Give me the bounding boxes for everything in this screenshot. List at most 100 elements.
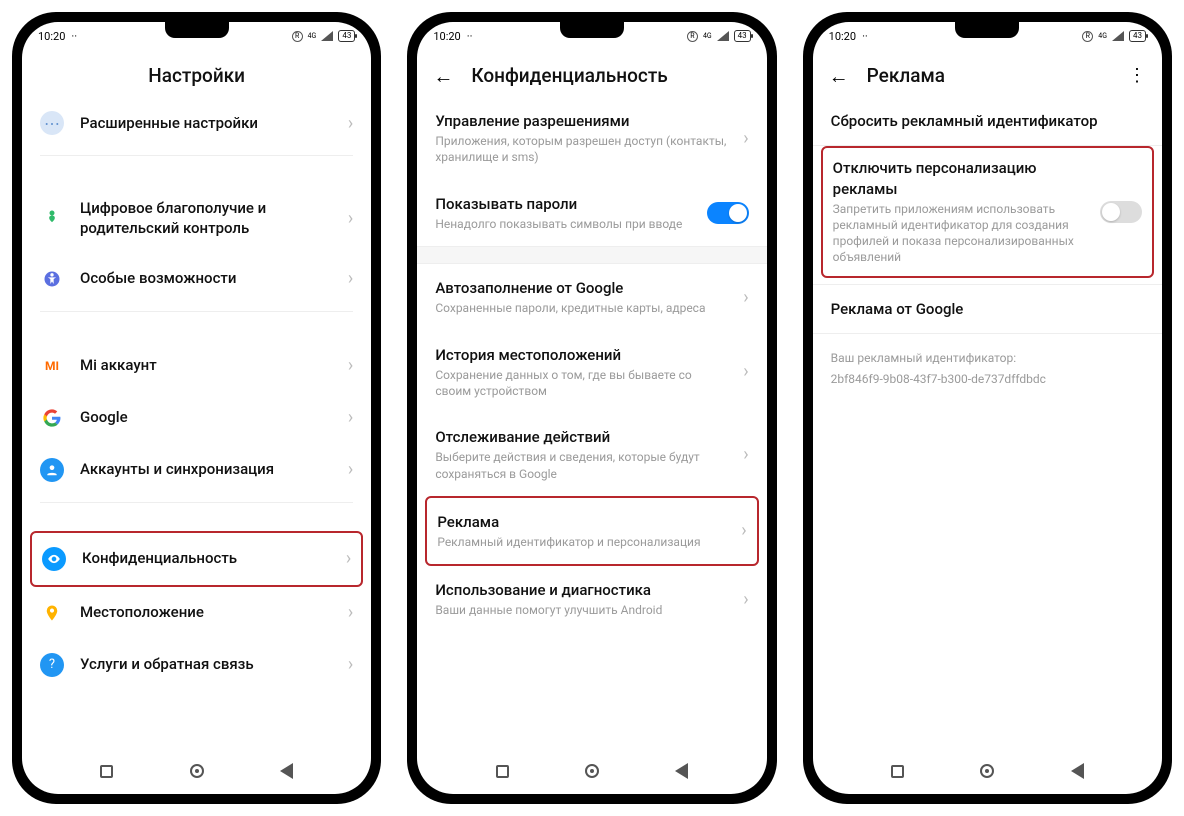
eye-icon (42, 547, 66, 571)
system-nav-bar (417, 752, 766, 794)
divider (40, 155, 353, 156)
clock: 10:20 (829, 30, 856, 43)
mi-logo-icon: MI (40, 354, 64, 378)
row-label: Цифровое благополучие и родительский кон… (80, 198, 332, 239)
row-show-passwords[interactable]: Показывать пароли Ненадолго показывать с… (417, 180, 766, 246)
chevron-right-icon: › (743, 444, 748, 465)
recent-apps-button[interactable] (98, 762, 116, 780)
chevron-right-icon: › (348, 355, 353, 376)
row-label: Сбросить рекламный идентификатор (831, 111, 1144, 131)
signal-icon (1112, 31, 1124, 41)
row-mi-account[interactable]: MI Mi аккаунт › (22, 340, 371, 392)
recent-apps-button[interactable] (493, 762, 511, 780)
chevron-right-icon: › (348, 113, 353, 134)
row-label: Реклама (437, 512, 725, 532)
row-label: Автозаполнение от Google (435, 278, 727, 298)
system-nav-bar (813, 752, 1162, 794)
row-label: Google (80, 407, 332, 427)
user-icon (40, 458, 64, 482)
back-arrow-icon[interactable]: ← (829, 66, 849, 86)
page-header: Настройки (22, 50, 371, 97)
recent-apps-button[interactable] (889, 762, 907, 780)
home-button[interactable] (583, 762, 601, 780)
row-accessibility[interactable]: Особые возможности › (22, 253, 371, 305)
divider (40, 502, 353, 503)
row-label: Конфиденциальность (82, 548, 330, 568)
row-feedback[interactable]: ? Услуги и обратная связь › (22, 639, 371, 691)
status-dots: ·· (862, 30, 868, 43)
chevron-right-icon: › (348, 407, 353, 428)
row-activity-tracking[interactable]: Отслеживание действий Выберите действия … (417, 413, 766, 496)
ads-list: Сбросить рекламный идентификатор Отключи… (813, 97, 1162, 752)
row-sub: Сохраненные пароли, кредитные карты, адр… (435, 300, 727, 316)
section-gap (417, 246, 766, 264)
signal-icon (321, 31, 333, 41)
back-button[interactable] (277, 762, 295, 780)
row-ads-by-google[interactable]: Реклама от Google (813, 285, 1162, 333)
row-sub: Приложения, которым разрешен доступ (кон… (435, 133, 727, 165)
row-disable-personalization-highlighted[interactable]: Отключить персонализацию рекламы Запрети… (821, 146, 1154, 277)
toggle-show-passwords[interactable] (707, 202, 749, 224)
notch (955, 22, 1019, 38)
chevron-right-icon: › (743, 589, 748, 610)
row-usage-diagnostics[interactable]: Использование и диагностика Ваши данные … (417, 566, 766, 632)
page-header: ← Реклама ⋮ (813, 50, 1162, 97)
google-logo-icon (40, 406, 64, 430)
back-arrow-icon[interactable]: ← (433, 66, 453, 86)
phone-mock-2: 10:20 ·· R 4G 43 ← Конфиденциальность Уп… (407, 12, 776, 804)
row-label: Особые возможности (80, 268, 332, 288)
row-label: Услуги и обратная связь (80, 654, 332, 674)
chevron-right-icon: › (348, 654, 353, 675)
home-button[interactable] (978, 762, 996, 780)
row-advanced-settings[interactable]: ⋯ Расширенные настройки › (22, 97, 371, 149)
row-sub: Запретить приложениям использовать рекла… (833, 201, 1084, 266)
chevron-right-icon: › (348, 268, 353, 289)
row-autofill-google[interactable]: Автозаполнение от Google Сохраненные пар… (417, 264, 766, 330)
phone-mock-1: 10:20 ·· R 4G 43 Настройки ⋯ Расширенные… (12, 12, 381, 804)
battery-icon: 43 (1129, 30, 1146, 42)
r-icon: R (687, 31, 698, 42)
row-label: Показывать пароли (435, 194, 690, 214)
status-dots: ·· (71, 30, 77, 43)
row-ads-highlighted[interactable]: Реклама Рекламный идентификатор и персон… (425, 496, 758, 566)
chevron-right-icon: › (346, 548, 351, 569)
row-privacy-highlighted[interactable]: Конфиденциальность › (30, 531, 363, 587)
back-button[interactable] (673, 762, 691, 780)
network-icon: 4G (703, 32, 712, 40)
page-title: Настройки (148, 64, 245, 87)
toggle-disable-personalization[interactable] (1100, 201, 1142, 223)
row-label: Расширенные настройки (80, 113, 332, 133)
notch (560, 22, 624, 38)
system-nav-bar (22, 752, 371, 794)
row-google[interactable]: Google › (22, 392, 371, 444)
chevron-right-icon: › (348, 459, 353, 480)
clock: 10:20 (38, 30, 65, 43)
row-label: Местоположение (80, 602, 332, 622)
screen: 10:20 ·· R 4G 43 ← Конфиденциальность Уп… (417, 22, 766, 794)
battery-icon: 43 (338, 30, 355, 42)
dots-icon: ⋯ (40, 111, 64, 135)
chevron-right-icon: › (743, 287, 748, 308)
row-location[interactable]: Местоположение › (22, 587, 371, 639)
ad-id-label: Ваш рекламный идентификатор: (813, 334, 1162, 367)
r-icon: R (292, 31, 303, 42)
r-icon: R (1082, 31, 1093, 42)
row-sub: Выберите действия и сведения, которые бу… (435, 449, 727, 481)
back-button[interactable] (1068, 762, 1086, 780)
network-icon: 4G (308, 33, 317, 40)
row-digital-wellbeing[interactable]: Цифровое благополучие и родительский кон… (22, 184, 371, 253)
row-accounts-sync[interactable]: Аккаунты и синхронизация › (22, 444, 371, 496)
row-label: Аккаунты и синхронизация (80, 459, 332, 479)
screen: 10:20 ·· R 4G 43 ← Реклама ⋮ Сбросить ре… (813, 22, 1162, 794)
overflow-menu-icon[interactable]: ⋮ (1128, 65, 1146, 86)
signal-icon (717, 31, 729, 41)
notch (165, 22, 229, 38)
row-reset-ad-id[interactable]: Сбросить рекламный идентификатор (813, 97, 1162, 145)
settings-list: ⋯ Расширенные настройки › Цифровое благо… (22, 97, 371, 752)
home-button[interactable] (188, 762, 206, 780)
chevron-right-icon: › (743, 128, 748, 149)
row-label: История местоположений (435, 345, 727, 365)
chevron-right-icon: › (741, 520, 746, 541)
row-permissions[interactable]: Управление разрешениями Приложения, кото… (417, 97, 766, 180)
row-location-history[interactable]: История местоположений Сохранение данных… (417, 331, 766, 414)
